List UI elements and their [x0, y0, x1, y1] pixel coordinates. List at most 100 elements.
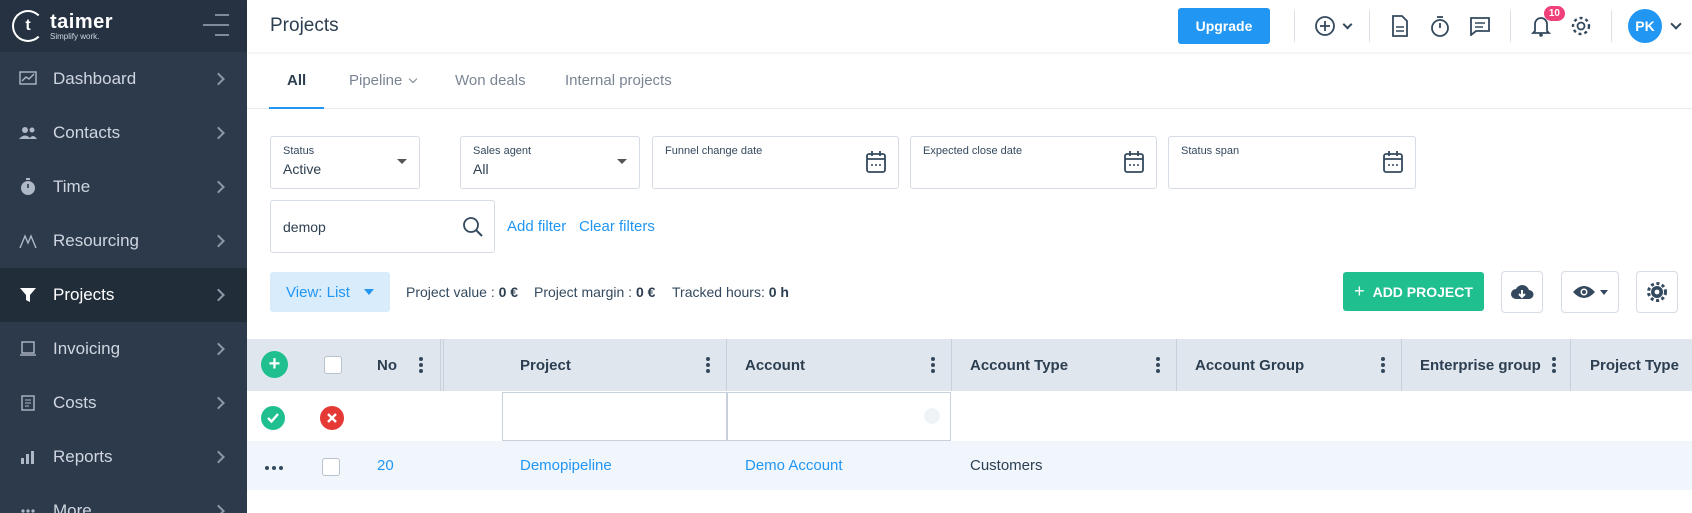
tab-label: Pipeline: [349, 72, 403, 89]
status-filter[interactable]: Status Active: [270, 136, 420, 189]
sidebar: t taimer Simplify work. Dashboard Contac…: [0, 0, 247, 513]
sidebar-item-contacts[interactable]: Contacts: [0, 106, 247, 160]
account-select[interactable]: [727, 392, 951, 441]
cancel-icon[interactable]: [320, 406, 344, 430]
chevron-right-icon: [212, 180, 225, 194]
project-margin-label: Project margin :: [534, 284, 633, 300]
add-new-icon[interactable]: [1312, 13, 1352, 39]
calendar-icon[interactable]: [1383, 151, 1403, 173]
more-icon: [18, 501, 38, 513]
project-name-input[interactable]: [502, 392, 727, 441]
column-header-project[interactable]: Project: [520, 339, 571, 391]
sales-agent-filter-label: Sales agent: [473, 145, 532, 157]
menu-toggle-icon[interactable]: [203, 14, 229, 36]
chevron-right-icon: [212, 504, 225, 513]
timer-icon[interactable]: [1427, 13, 1453, 39]
funnel-change-date-filter[interactable]: Funnel change date: [652, 136, 899, 189]
contacts-icon: [18, 123, 38, 143]
row-checkbox[interactable]: [322, 458, 340, 476]
project-name-link[interactable]: Demopipeline: [520, 457, 612, 474]
chevron-down-icon[interactable]: [1670, 18, 1682, 30]
calendar-icon[interactable]: [1124, 151, 1144, 173]
column-visibility-button[interactable]: [1561, 271, 1619, 313]
view-mode-button[interactable]: View: List: [270, 272, 390, 312]
sidebar-item-projects[interactable]: Projects: [0, 268, 247, 322]
column-divider: [443, 339, 444, 391]
sidebar-item-invoicing[interactable]: Invoicing: [0, 322, 247, 376]
sidebar-item-reports[interactable]: Reports: [0, 430, 247, 484]
add-filter-link[interactable]: Add filter: [507, 218, 566, 235]
tab-pipeline[interactable]: Pipeline: [349, 52, 418, 109]
avatar[interactable]: PK: [1628, 9, 1662, 43]
dashboard-icon: [18, 69, 38, 89]
tab-internal-projects[interactable]: Internal projects: [565, 52, 672, 109]
column-divider: [951, 339, 952, 391]
select-all-checkbox[interactable]: [324, 356, 342, 374]
sidebar-item-time[interactable]: Time: [0, 160, 247, 214]
search-input[interactable]: demop: [270, 200, 495, 253]
column-header-no[interactable]: No: [377, 339, 397, 391]
document-icon[interactable]: [1387, 13, 1413, 39]
column-header-account-group[interactable]: Account Group: [1195, 339, 1304, 391]
chevron-right-icon: [212, 288, 225, 302]
column-header-enterprise-group[interactable]: Enterprise group: [1420, 339, 1541, 391]
column-menu-icon[interactable]: [1381, 357, 1385, 373]
chat-icon[interactable]: [1467, 13, 1493, 39]
divider: [1369, 10, 1370, 42]
sidebar-item-costs[interactable]: Costs: [0, 376, 247, 430]
logo[interactable]: t taimer Simplify work.: [12, 10, 113, 42]
tracked-hours: 0 h: [768, 284, 789, 300]
tracked-hours-summary: Tracked hours: 0 h: [672, 284, 789, 300]
sidebar-item-label: Costs: [53, 393, 97, 412]
column-menu-icon[interactable]: [419, 357, 423, 373]
add-project-label: ADD PROJECT: [1372, 283, 1473, 300]
status-span-filter[interactable]: Status span: [1168, 136, 1416, 189]
column-menu-icon[interactable]: [1156, 357, 1160, 373]
add-row-icon[interactable]: +: [261, 351, 288, 378]
tab-won-deals[interactable]: Won deals: [455, 52, 526, 109]
column-label: Project: [520, 356, 571, 374]
column-menu-icon[interactable]: [706, 357, 710, 373]
column-menu-icon[interactable]: [931, 357, 935, 373]
column-divider: [726, 339, 727, 391]
column-header-account-type[interactable]: Account Type: [970, 339, 1068, 391]
plus-icon: +: [1354, 281, 1365, 301]
column-header-project-type[interactable]: Project Type: [1590, 339, 1692, 391]
sidebar-item-label: Reports: [53, 447, 113, 466]
upgrade-button[interactable]: Upgrade: [1178, 8, 1270, 44]
divider: [1611, 10, 1612, 42]
sales-agent-filter[interactable]: Sales agent All: [460, 136, 640, 189]
column-divider: [1401, 339, 1402, 391]
row-menu-icon[interactable]: [265, 466, 283, 470]
search-icon[interactable]: [462, 216, 484, 238]
sidebar-item-more[interactable]: More: [0, 484, 247, 513]
sidebar-item-resourcing[interactable]: Resourcing: [0, 214, 247, 268]
chevron-right-icon: [212, 450, 225, 464]
account-link[interactable]: Demo Account: [745, 457, 843, 474]
column-header-account[interactable]: Account: [745, 339, 805, 391]
project-value-summary: Project value : 0 €: [406, 284, 518, 300]
status-filter-label: Status: [283, 145, 315, 157]
chevron-down-icon: [1342, 19, 1352, 29]
tab-all[interactable]: All: [268, 52, 325, 109]
sidebar-item-label: More: [53, 501, 92, 513]
clear-filters-link[interactable]: Clear filters: [579, 218, 655, 235]
calendar-icon[interactable]: [866, 151, 886, 173]
settings-button[interactable]: [1636, 271, 1678, 313]
cloud-download-button[interactable]: [1501, 271, 1543, 313]
expected-close-date-filter[interactable]: Expected close date: [910, 136, 1157, 189]
column-menu-icon[interactable]: [1552, 357, 1556, 373]
dropdown-arrow-icon: [1600, 289, 1608, 295]
sidebar-item-dashboard[interactable]: Dashboard: [0, 52, 247, 106]
bar-chart-icon: [18, 447, 38, 467]
column-divider: [1176, 339, 1177, 391]
divider: [1510, 10, 1511, 42]
divider: [1294, 10, 1295, 42]
gear-icon[interactable]: [1568, 13, 1594, 39]
add-project-button[interactable]: + ADD PROJECT: [1343, 272, 1484, 311]
column-label: Enterprise group: [1420, 356, 1541, 374]
project-number-link[interactable]: 20: [377, 457, 394, 474]
dropdown-arrow-icon: [617, 159, 627, 164]
confirm-icon[interactable]: [261, 406, 285, 430]
bell-icon[interactable]: 10: [1528, 6, 1565, 39]
